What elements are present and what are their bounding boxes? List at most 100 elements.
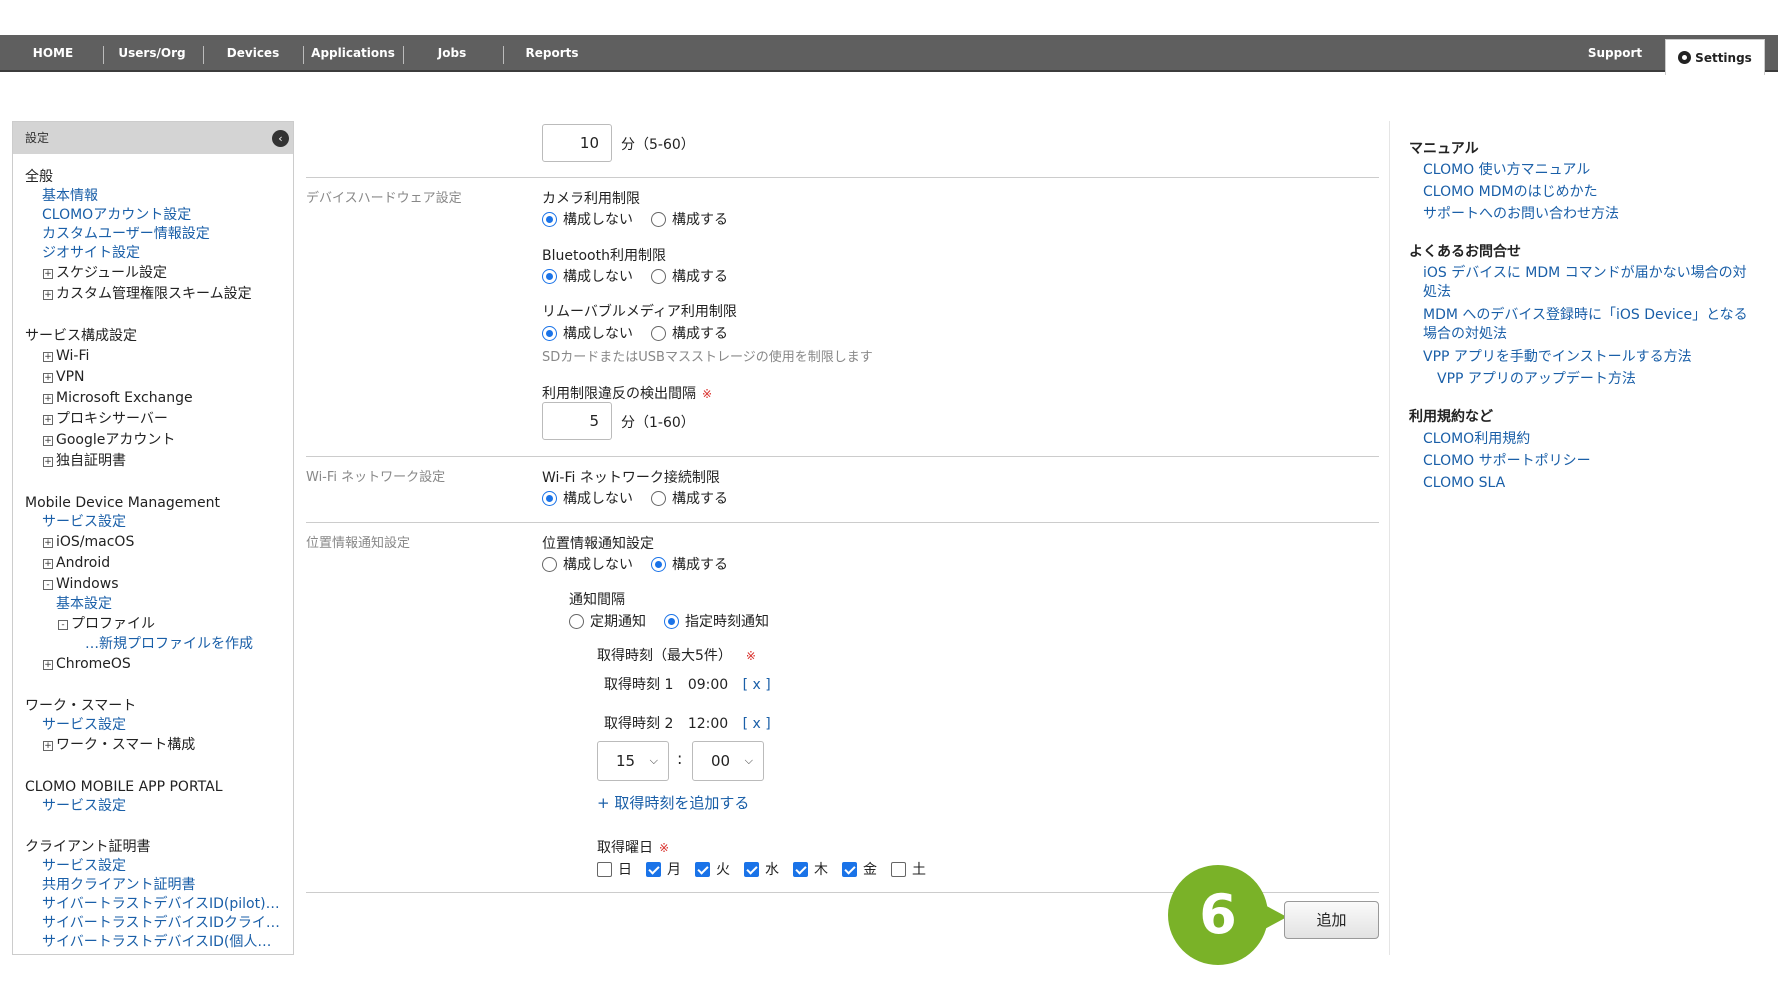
sidebar-link[interactable]: サイバートラストデバイスID(pilot)… <box>25 895 287 914</box>
sidebar-link[interactable]: 基本情報 <box>25 187 287 206</box>
sidebar-link[interactable]: …新規プロファイルを作成 <box>25 635 287 654</box>
sidebar-link[interactable]: ジオサイト設定 <box>25 244 287 263</box>
expand-icon[interactable]: + <box>43 436 53 446</box>
expand-icon[interactable]: + <box>43 269 53 279</box>
sidebar-link[interactable]: 基本設定 <box>25 595 287 614</box>
sidebar-tree-item[interactable]: + 独自証明書 <box>25 451 293 472</box>
step-badge: 6 <box>1168 865 1268 965</box>
nav-home[interactable]: HOME <box>18 35 88 72</box>
hour-select[interactable]: 15 ⌵ <box>597 741 669 781</box>
weekday-checkbox[interactable] <box>646 861 661 877</box>
expand-icon[interactable]: + <box>43 394 53 404</box>
manual-link[interactable]: サポートへのお問い合わせ方法 <box>1423 205 1753 224</box>
sidebar-tree-item[interactable]: - Windows <box>25 574 293 595</box>
terms-link[interactable]: CLOMO SLA <box>1423 474 1753 493</box>
sidebar-tree-item[interactable]: + ChromeOS <box>25 654 293 675</box>
radio-label: 指定時刻通知 <box>685 614 769 630</box>
sidebar-link[interactable]: サイバートラストデバイスID(個人… <box>25 933 287 952</box>
sidebar-link[interactable]: 共用クライアント証明書 <box>25 876 287 895</box>
weekday-checkbox[interactable] <box>695 861 710 877</box>
sidebar-tree-label: プロキシサーバー <box>56 411 168 427</box>
weekday-checkbox[interactable] <box>842 861 857 877</box>
nav-reports[interactable]: Reports <box>514 35 590 72</box>
sidebar-link[interactable]: CLOMOアカウント設定 <box>25 206 287 225</box>
sidebar-section: 全般 基本情報 CLOMOアカウント設定 カスタムユーザー情報設定 ジオサイト設定 + スケ… <box>25 168 293 305</box>
radio-periodic[interactable] <box>569 613 584 629</box>
radio-camera-off[interactable] <box>542 211 557 227</box>
nav-settings-tab[interactable]: Settings <box>1665 39 1765 75</box>
collapse-icon[interactable]: - <box>43 580 53 590</box>
add-time-link[interactable]: + 取得時刻を追加する <box>597 792 749 813</box>
radio-bluetooth-on[interactable] <box>651 268 666 284</box>
nav-support[interactable]: Support <box>1575 35 1655 72</box>
sidebar-link[interactable]: カスタムユーザー情報設定 <box>25 225 287 244</box>
removable-radios: 構成しない 構成する <box>542 323 728 343</box>
sidebar-link[interactable]: サービス設定 <box>25 857 287 876</box>
weekday-checkbox[interactable] <box>744 861 759 877</box>
remove-time2-link[interactable]: [ x ] <box>743 716 771 732</box>
radio-scheduled[interactable] <box>664 613 679 629</box>
radio-location-on[interactable] <box>651 556 666 572</box>
sidebar-link[interactable]: サービス設定 <box>25 797 287 816</box>
times-label: 取得時刻（最大5件） ※ <box>597 645 756 665</box>
weekday-checkbox[interactable] <box>597 861 612 877</box>
radio-bluetooth-off[interactable] <box>542 268 557 284</box>
top-nav: HOME Users/Org Devices Applications Jobs… <box>0 35 1778 75</box>
radio-label: 構成する <box>672 212 728 228</box>
sidebar-section-title: クライアント証明書 <box>25 839 151 855</box>
radio-label: 構成しない <box>563 269 633 285</box>
radio-removable-on[interactable] <box>651 325 666 341</box>
terms-link[interactable]: CLOMO利用規約 <box>1423 430 1753 449</box>
expand-icon[interactable]: + <box>43 538 53 548</box>
weekday-checkbox[interactable] <box>891 861 906 877</box>
sidebar-tree-item[interactable]: - プロファイル <box>25 614 293 635</box>
minute-select[interactable]: 00 ⌵ <box>692 741 764 781</box>
weekday-checkbox[interactable] <box>793 861 808 877</box>
expand-icon[interactable]: + <box>43 290 53 300</box>
detect-interval-input[interactable]: 5 <box>542 402 612 440</box>
terms-link[interactable]: CLOMO サポートポリシー <box>1423 452 1753 471</box>
sidebar-tree-item[interactable]: + ワーク・スマート構成 <box>25 735 293 756</box>
expand-icon[interactable]: + <box>43 352 53 362</box>
sidebar-tree-item[interactable]: + プロキシサーバー <box>25 409 293 430</box>
sidebar-section-title: サービス構成設定 <box>25 328 137 344</box>
manual-link[interactable]: CLOMO 使い方マニュアル <box>1423 161 1753 180</box>
faq-link[interactable]: MDM へのデバイス登録時に「iOS Device」となる場合の対処法 <box>1423 306 1753 344</box>
nav-applications[interactable]: Applications <box>311 35 395 72</box>
sidebar-link[interactable]: サービス設定 <box>25 716 287 735</box>
radio-wifi-off[interactable] <box>542 490 557 506</box>
faq-link[interactable]: VPP アプリのアップデート方法 <box>1437 370 1767 389</box>
radio-wifi-on[interactable] <box>651 490 666 506</box>
collapse-icon[interactable]: - <box>58 620 68 630</box>
times-label-text: 取得時刻（最大5件） <box>597 648 732 664</box>
nav-jobs[interactable]: Jobs <box>414 35 490 72</box>
sidebar-tree-item[interactable]: + Microsoft Exchange <box>25 388 293 409</box>
sidebar-tree-item[interactable]: + iOS/macOS <box>25 532 293 553</box>
collapse-icon[interactable]: ‹ <box>272 130 289 147</box>
expand-icon[interactable]: + <box>43 415 53 425</box>
sidebar-link[interactable]: サイバートラストデバイスIDクライ… <box>25 914 287 933</box>
sidebar-tree-item[interactable]: + Googleアカウント <box>25 430 293 451</box>
expand-icon[interactable]: + <box>43 373 53 383</box>
radio-camera-on[interactable] <box>651 211 666 227</box>
radio-location-off[interactable] <box>542 556 557 572</box>
radio-removable-off[interactable] <box>542 325 557 341</box>
expand-icon[interactable]: + <box>43 559 53 569</box>
sidebar-tree-item[interactable]: + スケジュール設定 <box>25 263 293 284</box>
add-button[interactable]: 追加 <box>1284 901 1379 939</box>
manual-link[interactable]: CLOMO MDMのはじめかた <box>1423 183 1753 202</box>
interval-input[interactable]: 10 <box>542 124 612 162</box>
expand-icon[interactable]: + <box>43 457 53 467</box>
sidebar-tree-item[interactable]: + カスタム管理権限スキーム設定 <box>25 284 293 305</box>
sidebar-link[interactable]: サービス設定 <box>25 513 287 532</box>
expand-icon[interactable]: + <box>43 660 53 670</box>
sidebar-tree-item[interactable]: + Android <box>25 553 293 574</box>
nav-devices[interactable]: Devices <box>214 35 292 72</box>
sidebar-tree-item[interactable]: + VPN <box>25 367 293 388</box>
sidebar-tree-item[interactable]: + Wi-Fi <box>25 346 293 367</box>
faq-link[interactable]: iOS デバイスに MDM コマンドが届かない場合の対処法 <box>1423 264 1753 302</box>
expand-icon[interactable]: + <box>43 741 53 751</box>
remove-time1-link[interactable]: [ x ] <box>743 677 771 693</box>
faq-link[interactable]: VPP アプリを手動でインストールする方法 <box>1423 348 1753 367</box>
nav-users-org[interactable]: Users/Org <box>114 35 190 72</box>
